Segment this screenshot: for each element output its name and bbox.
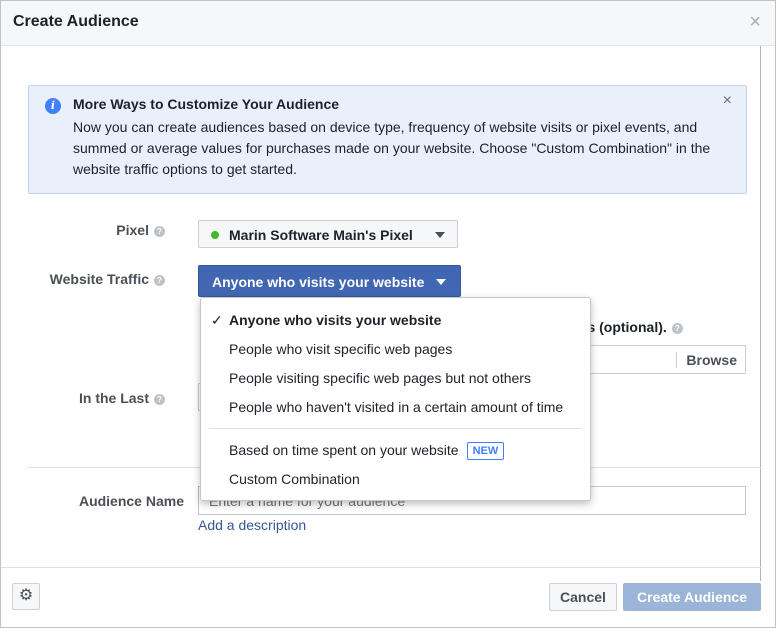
browse-button[interactable]: Browse: [686, 352, 737, 368]
scrollbar[interactable]: [760, 46, 761, 581]
dropdown-item-not-visited[interactable]: People who haven't visited in a certain …: [229, 399, 563, 415]
website-traffic-label-text: Website Traffic: [49, 271, 149, 287]
help-icon[interactable]: ?: [154, 226, 165, 237]
audience-name-label: Audience Name: [78, 493, 184, 509]
dropdown-item-time-spent[interactable]: Based on time spent on your website NEW: [229, 442, 505, 460]
info-text: Now you can create audiences based on de…: [73, 119, 711, 177]
pixel-label: Pixel?: [116, 222, 165, 238]
create-audience-dialog: Create Audience × i More Ways to Customi…: [0, 0, 776, 628]
add-description-link[interactable]: Add a description: [198, 517, 306, 533]
dropdown-item-custom-combination[interactable]: Custom Combination: [229, 471, 360, 487]
check-icon: ✓: [211, 312, 223, 328]
create-audience-button[interactable]: Create Audience: [623, 583, 761, 611]
help-icon[interactable]: ?: [671, 323, 683, 334]
chevron-down-icon: [436, 279, 446, 285]
dialog-header: Create Audience ×: [1, 1, 775, 46]
url-field-partial[interactable]: Browse: [581, 345, 746, 374]
pixel-select-value: Marin Software Main's Pixel: [229, 227, 413, 243]
dropdown-item-anyone[interactable]: ✓ Anyone who visits your website: [211, 312, 442, 328]
pixel-label-text: Pixel: [116, 222, 149, 238]
help-icon[interactable]: ?: [154, 394, 165, 405]
info-icon: i: [45, 98, 61, 114]
website-traffic-value: Anyone who visits your website: [212, 274, 425, 290]
chevron-down-icon: [435, 232, 445, 238]
gear-icon[interactable]: ⚙: [12, 583, 40, 610]
in-the-last-label: In the Last?: [79, 390, 165, 406]
dropdown-item-label: Anyone who visits your website: [229, 312, 442, 328]
pixel-select[interactable]: Marin Software Main's Pixel: [198, 220, 458, 248]
in-the-last-label-text: In the Last: [78, 390, 149, 406]
help-icon[interactable]: ?: [154, 275, 165, 286]
dropdown-item-specific-but-not-others[interactable]: People visiting specific web pages but n…: [229, 370, 531, 386]
footer-divider: [1, 567, 761, 568]
info-banner: i More Ways to Customize Your Audience N…: [28, 85, 747, 194]
new-badge: NEW: [466, 442, 505, 460]
website-traffic-dropdown: ✓ Anyone who visits your website People w…: [200, 297, 591, 501]
pixel-status-dot: [211, 231, 219, 239]
website-traffic-select[interactable]: Anyone who visits your website: [198, 265, 461, 297]
dropdown-item-label: Based on time spent on your website: [229, 442, 459, 458]
divider: [676, 352, 677, 368]
dropdown-divider: [209, 428, 582, 429]
cancel-button[interactable]: Cancel: [549, 583, 617, 611]
info-close-icon[interactable]: ×: [723, 92, 732, 110]
info-title: More Ways to Customize Your Audience: [73, 96, 340, 112]
close-icon[interactable]: ×: [749, 12, 761, 32]
dialog-title: Create Audience: [13, 13, 139, 30]
dropdown-item-specific-pages[interactable]: People who visit specific web pages: [229, 341, 452, 357]
website-traffic-label: Website Traffic?: [50, 271, 165, 287]
urls-label-partial: ins (optional).?: [575, 319, 683, 335]
